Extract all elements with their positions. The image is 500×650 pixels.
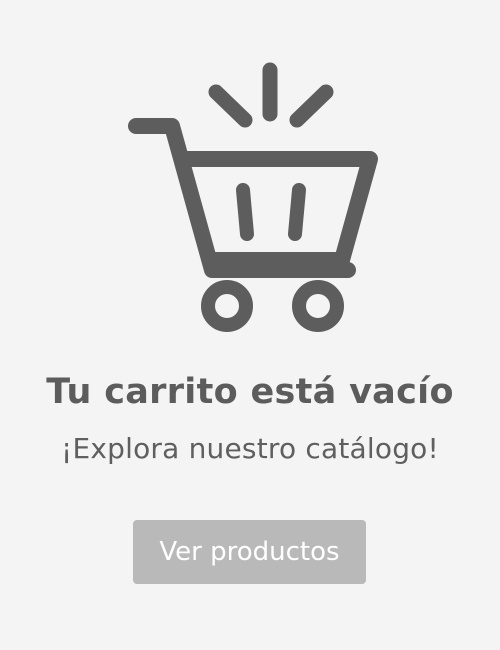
- view-products-button[interactable]: Ver productos: [133, 520, 366, 584]
- shopping-cart-icon: [128, 62, 378, 332]
- empty-cart-subtitle: ¡Explora nuestro catálogo!: [61, 432, 439, 465]
- empty-cart-panel: Tu carrito está vacío ¡Explora nuestro c…: [0, 0, 500, 650]
- empty-cart-title: Tu carrito está vacío: [46, 372, 454, 412]
